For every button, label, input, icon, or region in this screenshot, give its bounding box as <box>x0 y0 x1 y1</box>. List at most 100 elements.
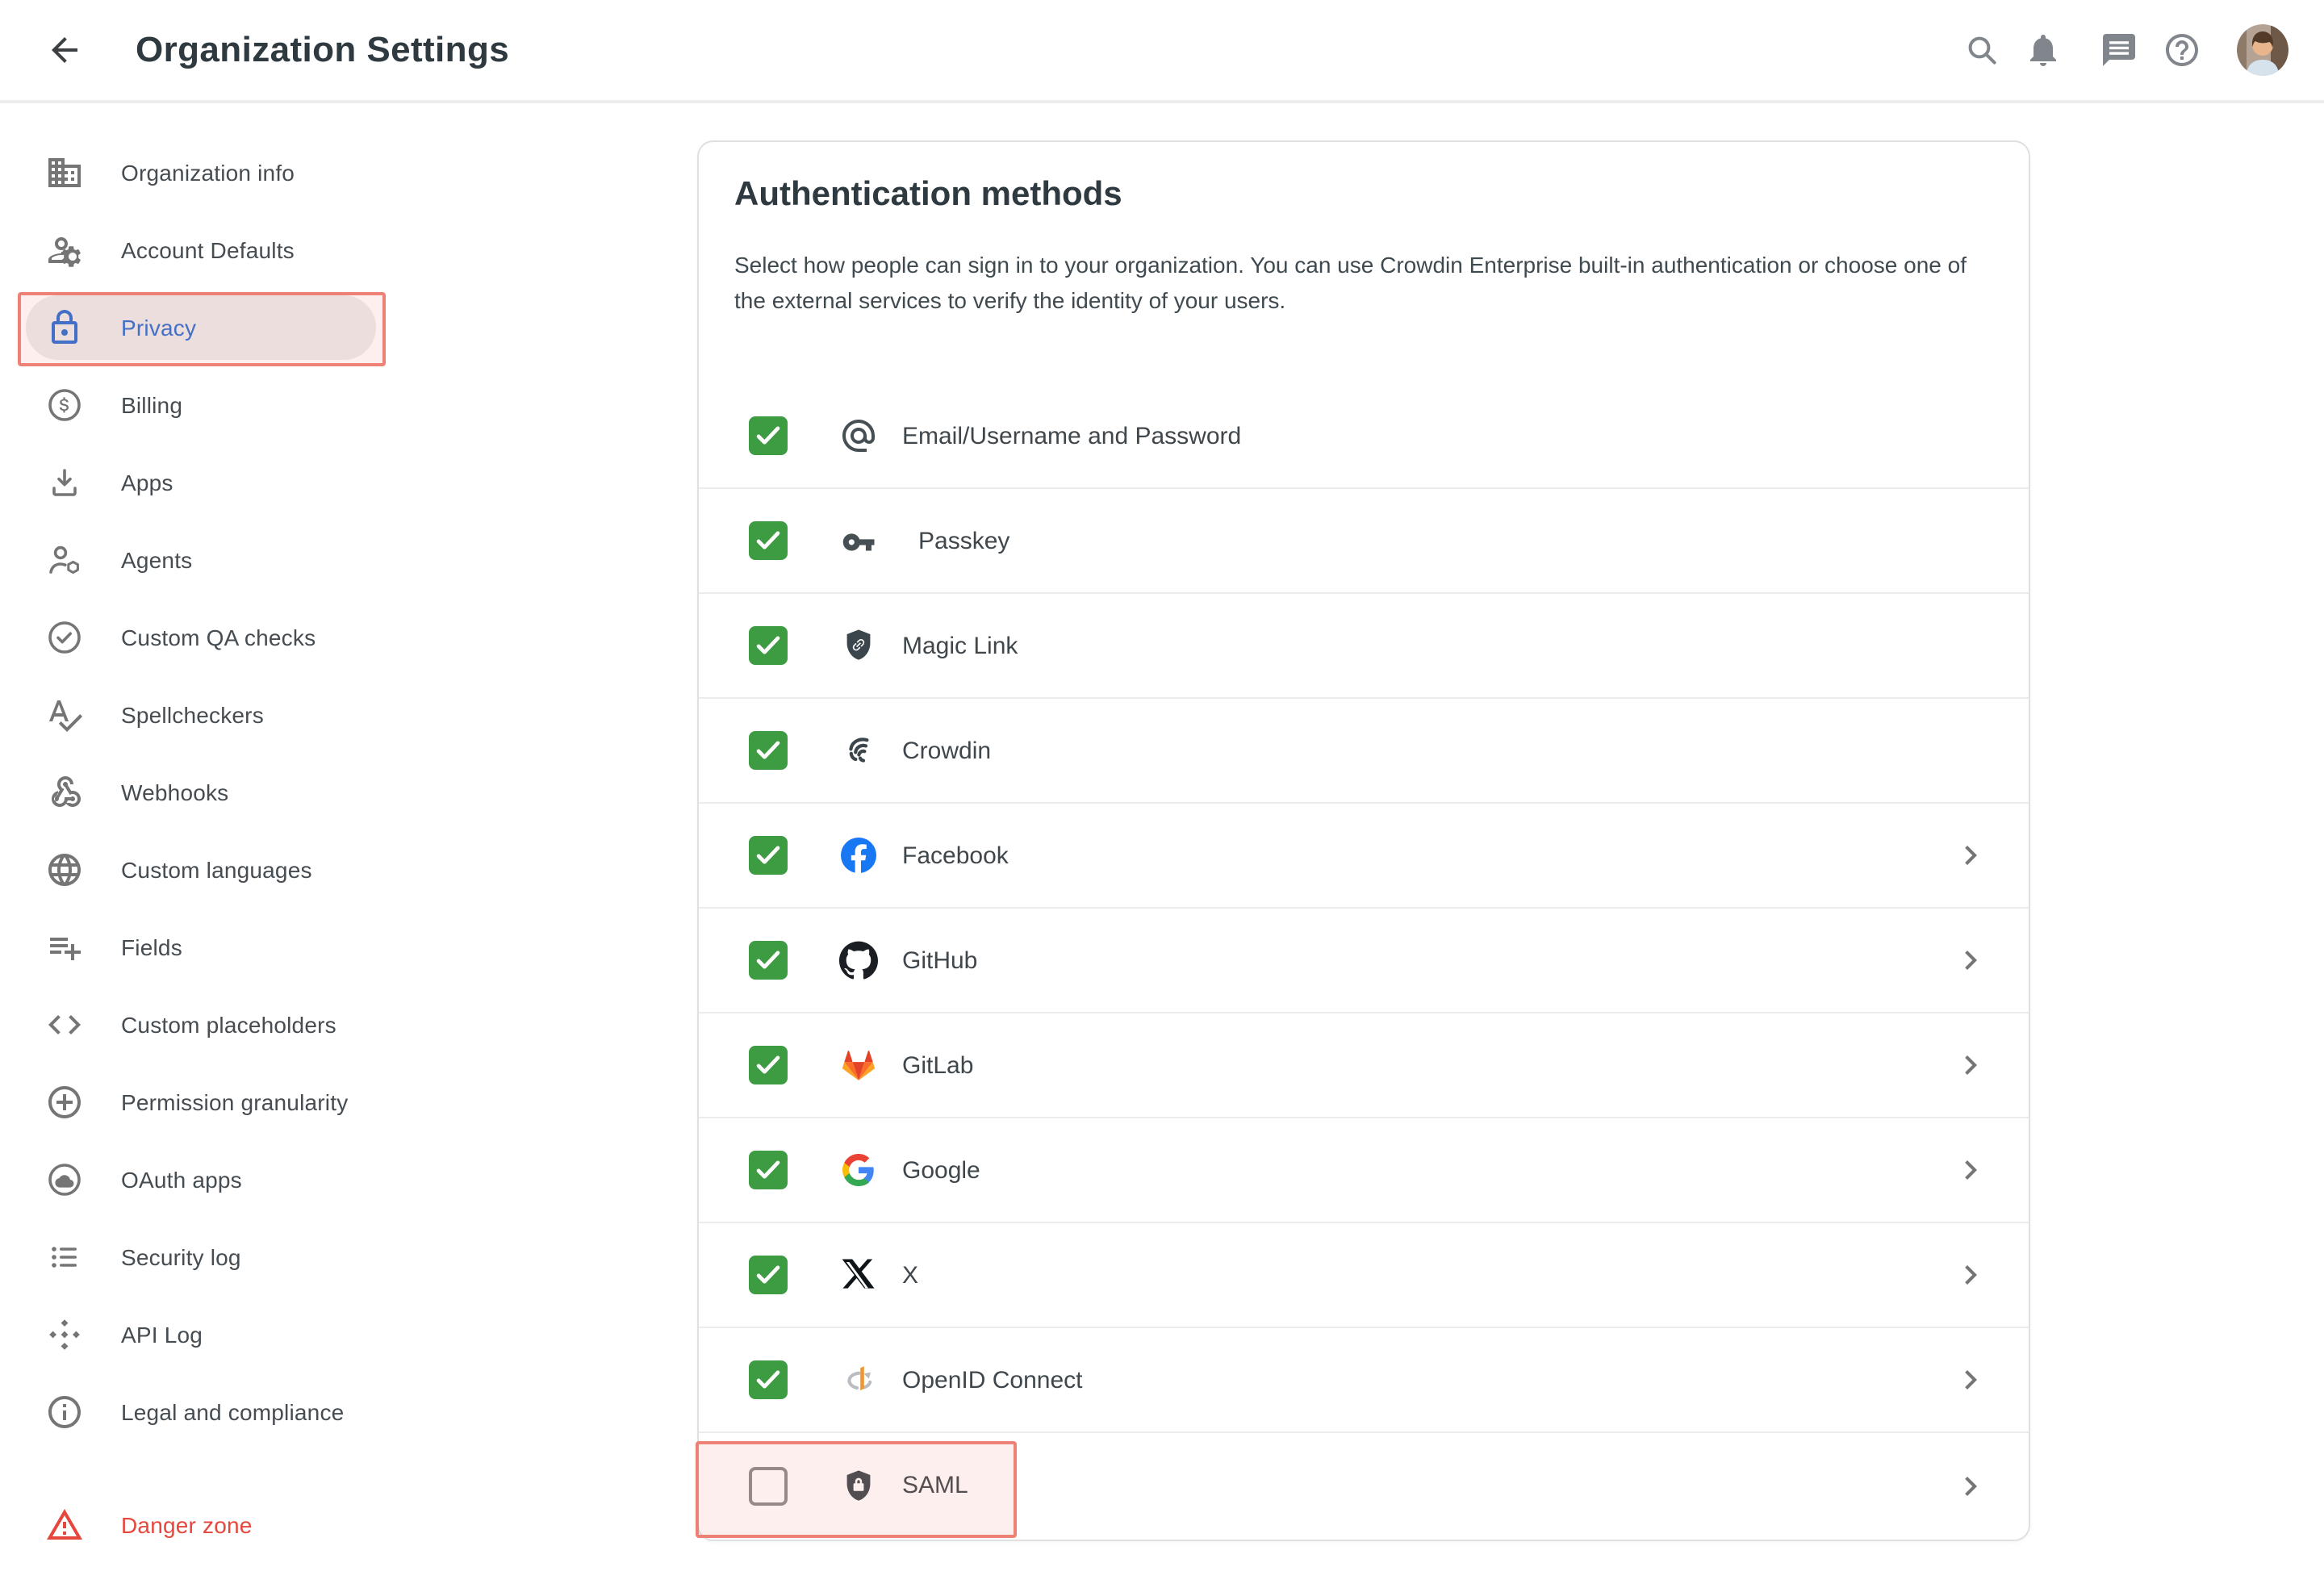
user-cube-icon <box>45 541 84 579</box>
auth-method-row-crowdin: Crowdin <box>699 699 2029 804</box>
sidebar-item-label: Agents <box>121 547 192 573</box>
info-circle-icon <box>45 1393 84 1431</box>
auth-method-row-email: Email/Username and Password <box>699 384 2029 489</box>
checkbox-checked[interactable] <box>749 626 788 665</box>
shield-link-icon <box>839 626 878 665</box>
sidebar-item-api-log[interactable]: API Log <box>0 1296 697 1373</box>
sidebar-item-label: Security log <box>121 1244 241 1270</box>
github-logo-icon <box>839 941 878 980</box>
checkbox-checked[interactable] <box>749 941 788 980</box>
list-plus-icon <box>45 928 84 967</box>
key-icon <box>839 521 878 560</box>
sidebar-item-label: Account Defaults <box>121 237 295 263</box>
checkbox-checked[interactable] <box>749 1151 788 1189</box>
sidebar-item-fields[interactable]: Fields <box>0 909 697 986</box>
sidebar-item-label: Custom placeholders <box>121 1012 336 1038</box>
building-icon <box>45 153 84 192</box>
chevron-right-icon[interactable] <box>1951 941 1990 980</box>
shield-lock-icon <box>839 1466 878 1505</box>
chevron-right-icon[interactable] <box>1951 1151 1990 1189</box>
sidebar-item-agents[interactable]: Agents <box>0 521 697 599</box>
sidebar-item-permission-granularity[interactable]: Permission granularity <box>0 1064 697 1141</box>
chevron-right-icon[interactable] <box>1951 1466 1990 1505</box>
auth-method-label: Facebook <box>902 842 1009 869</box>
checkbox-checked[interactable] <box>749 1360 788 1399</box>
auth-method-label: Email/Username and Password <box>902 422 1241 449</box>
sidebar-item-label: Custom languages <box>121 857 312 883</box>
sidebar-item-privacy[interactable]: Privacy <box>0 289 697 366</box>
chevron-right-icon[interactable] <box>1951 1360 1990 1399</box>
sidebar-item-custom-languages[interactable]: Custom languages <box>0 831 697 909</box>
app-header: Organization Settings <box>0 0 2324 103</box>
user-avatar[interactable] <box>2237 24 2288 76</box>
api-diamonds-icon <box>45 1315 84 1354</box>
auth-method-label: GitLab <box>902 1051 973 1079</box>
sidebar-item-label: Fields <box>121 934 182 960</box>
checkbox-checked[interactable] <box>749 731 788 770</box>
checkbox-checked[interactable] <box>749 836 788 875</box>
auth-method-row-openid-connect: OpenID Connect <box>699 1328 2029 1433</box>
messages-button[interactable] <box>2100 31 2138 69</box>
auth-methods-list: Email/Username and Password Passkey Ma <box>699 384 2029 1538</box>
auth-method-label: Google <box>902 1156 980 1184</box>
sidebar-item-custom-placeholders[interactable]: Custom placeholders <box>0 986 697 1064</box>
page-title: Organization Settings <box>136 29 509 71</box>
sidebar-item-apps[interactable]: Apps <box>0 444 697 521</box>
auth-method-label: GitHub <box>902 947 977 974</box>
plus-circle-icon <box>45 1083 84 1122</box>
auth-method-row-magic-link: Magic Link <box>699 594 2029 699</box>
sidebar-item-security-log[interactable]: Security log <box>0 1218 697 1296</box>
sidebar-item-oauth-apps[interactable]: OAuth apps <box>0 1141 697 1218</box>
sidebar-item-account-defaults[interactable]: Account Defaults <box>0 211 697 289</box>
sidebar-item-label: API Log <box>121 1322 203 1348</box>
download-icon <box>45 463 84 502</box>
sidebar-item-legal-and-compliance[interactable]: Legal and compliance <box>0 1373 697 1451</box>
checkbox-checked[interactable] <box>749 416 788 455</box>
arrow-left-icon <box>45 31 84 69</box>
back-button[interactable] <box>45 31 84 69</box>
search-button[interactable] <box>1962 31 2001 69</box>
chevron-right-icon[interactable] <box>1951 1256 1990 1294</box>
search-icon <box>1962 31 2001 69</box>
auth-method-label: SAML <box>902 1472 968 1499</box>
chevron-right-icon[interactable] <box>1951 1046 1990 1084</box>
sidebar-item-webhooks[interactable]: Webhooks <box>0 754 697 831</box>
lock-icon <box>45 308 84 347</box>
bulleted-list-icon <box>45 1238 84 1277</box>
authentication-methods-card: Authentication methods Select how people… <box>697 140 2030 1541</box>
x-logo-icon <box>839 1256 878 1294</box>
sidebar-item-label: Spellcheckers <box>121 702 264 728</box>
sidebar-item-label: Webhooks <box>121 779 228 805</box>
gitlab-logo-icon <box>839 1046 878 1084</box>
sidebar-item-label: Apps <box>121 470 173 495</box>
sidebar-item-danger-zone[interactable]: Danger zone <box>0 1486 697 1564</box>
auth-method-row-google: Google <box>699 1118 2029 1223</box>
cloud-circle-icon <box>45 1160 84 1199</box>
sidebar-item-spellcheckers[interactable]: Spellcheckers <box>0 676 697 754</box>
at-sign-icon <box>839 416 878 455</box>
sidebar-item-label: Organization info <box>121 160 295 186</box>
chevron-right-icon[interactable] <box>1951 836 1990 875</box>
openid-logo-icon <box>839 1360 878 1399</box>
auth-method-label: X <box>902 1261 918 1289</box>
sidebar-item-custom-qa-checks[interactable]: Custom QA checks <box>0 599 697 676</box>
warning-triangle-icon <box>45 1506 84 1544</box>
sidebar-item-billing[interactable]: Billing <box>0 366 697 444</box>
checkbox-checked[interactable] <box>749 521 788 560</box>
globe-icon <box>45 850 84 889</box>
check-circle-icon <box>45 618 84 657</box>
header-actions <box>1962 24 2324 76</box>
spellcheck-icon <box>45 696 84 734</box>
notifications-button[interactable] <box>2024 31 2063 69</box>
sidebar-item-label: OAuth apps <box>121 1167 242 1193</box>
sidebar-item-organization-info[interactable]: Organization info <box>0 134 697 211</box>
checkbox-checked[interactable] <box>749 1256 788 1294</box>
code-brackets-icon <box>45 1005 84 1044</box>
google-logo-icon <box>839 1151 878 1189</box>
help-button[interactable] <box>2163 31 2201 69</box>
checkbox-checked[interactable] <box>749 1046 788 1084</box>
checkbox-unchecked[interactable] <box>749 1466 788 1505</box>
user-gear-icon <box>45 231 84 270</box>
organization-settings-page: Organization Settings <box>0 0 2324 1588</box>
auth-method-row-github: GitHub <box>699 909 2029 1013</box>
